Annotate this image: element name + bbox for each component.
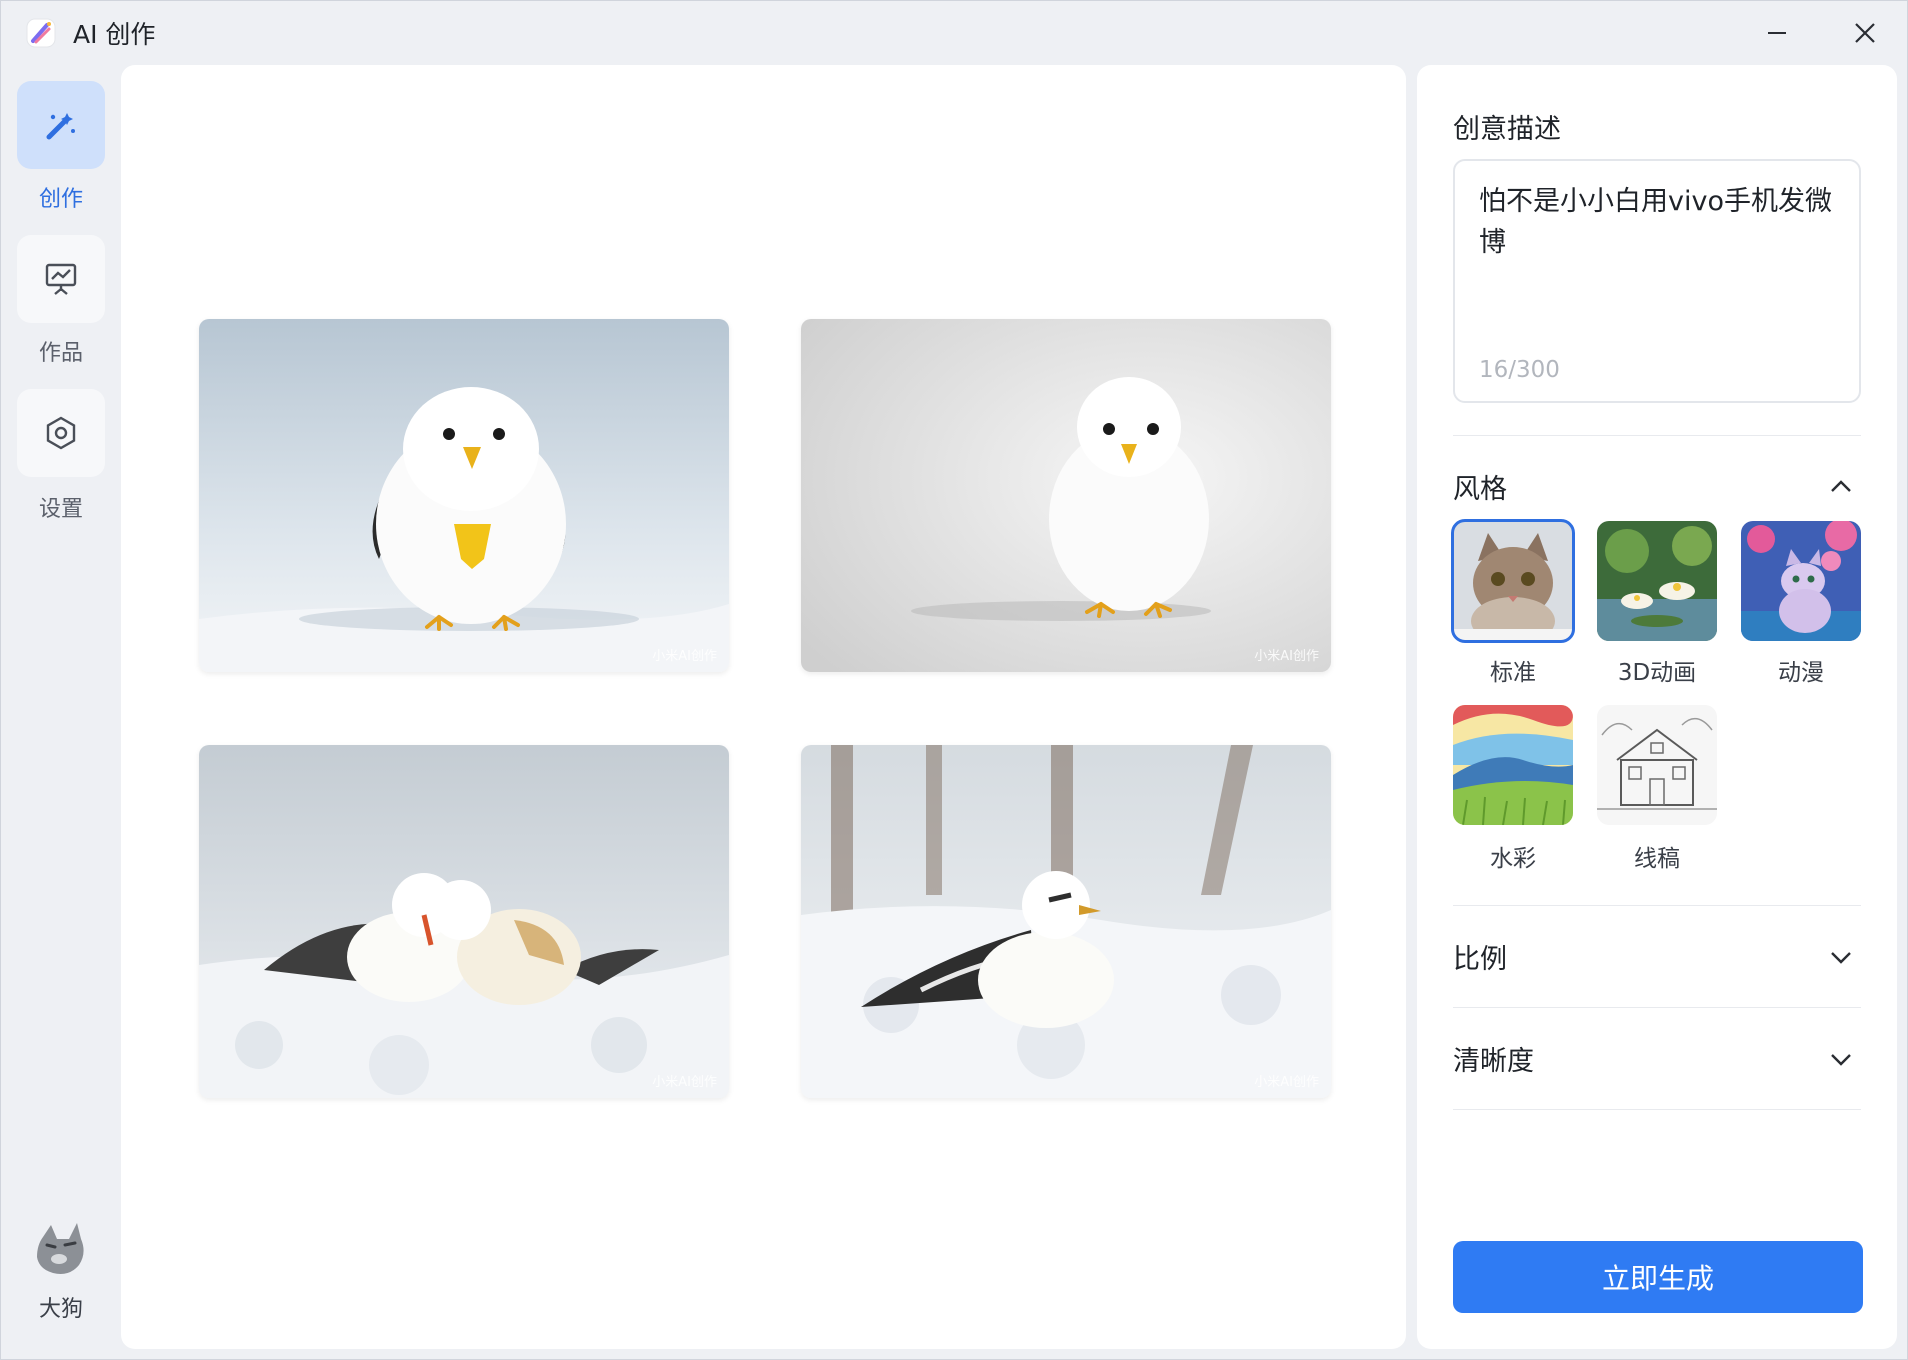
nav-item-works[interactable]: [17, 235, 105, 323]
result-image-4[interactable]: 小米AI创作: [801, 745, 1331, 1098]
style-option-lineart[interactable]: [1597, 705, 1717, 825]
result-image-3[interactable]: 小米AI创作: [199, 745, 729, 1098]
lotus-thumbnail: [1597, 521, 1717, 641]
style-option-watercolor[interactable]: [1453, 705, 1573, 825]
magic-wand-icon: [46, 113, 75, 140]
style-label-3d[interactable]: 3D动画: [1597, 653, 1717, 687]
nav-label-create[interactable]: 创作: [1, 181, 121, 213]
style-label-watercolor[interactable]: 水彩: [1453, 839, 1573, 873]
divider: [1453, 905, 1861, 906]
ratio-section-title[interactable]: 比例: [1453, 937, 1507, 976]
close-icon: [1855, 23, 1875, 43]
anime-cat-thumbnail: [1741, 521, 1861, 641]
nav-item-create[interactable]: [17, 81, 105, 169]
watermark-label: 小米AI创作: [1254, 649, 1319, 664]
nav-label-works[interactable]: 作品: [1, 335, 121, 367]
lineart-house-thumbnail: [1597, 705, 1717, 825]
style-option-anime[interactable]: [1741, 521, 1861, 641]
prompt-char-count: 16/300: [1479, 357, 1560, 383]
style-label-lineart[interactable]: 线稿: [1597, 839, 1717, 873]
watermark-label: 小米AI创作: [652, 1075, 717, 1090]
birds-image: [199, 745, 729, 1098]
app-window: AI 创作 创作 作品 设置 大狗 小米AI创作 小米AI创作 小米AI创作 小…: [0, 0, 1908, 1360]
generate-button[interactable]: 立即生成: [1453, 1241, 1863, 1313]
watercolor-thumbnail: [1453, 705, 1573, 825]
watermark-label: 小米AI创作: [652, 649, 717, 664]
style-label-standard[interactable]: 标准: [1453, 653, 1573, 687]
watermark-label: 小米AI创作: [1254, 1075, 1319, 1090]
style-section-title: 风格: [1453, 474, 1507, 505]
title-bar: AI 创作: [1, 1, 1907, 63]
settings-hexagon-icon: [46, 416, 76, 450]
close-button[interactable]: [1837, 13, 1893, 53]
divider: [1453, 1109, 1861, 1110]
user-name: 大狗: [38, 1297, 83, 1322]
nav-item-settings[interactable]: [17, 389, 105, 477]
window-title: AI 创作: [73, 20, 156, 49]
chevron-up-icon[interactable]: [1827, 473, 1855, 501]
presentation-icon: [45, 263, 77, 295]
chevron-down-icon[interactable]: [1827, 1045, 1855, 1073]
chick-image: [801, 319, 1331, 672]
result-image-1[interactable]: 小米AI创作: [199, 319, 729, 672]
prompt-input[interactable]: 怕不是小小白用vivo手机发微博 16/300: [1453, 159, 1861, 403]
kitten-thumbnail: [1453, 521, 1573, 641]
nav-label-settings[interactable]: 设置: [1, 491, 121, 523]
app-logo-icon: [26, 18, 56, 48]
minimize-button[interactable]: [1749, 13, 1805, 53]
clarity-section-title[interactable]: 清晰度: [1453, 1039, 1534, 1078]
divider: [1453, 1007, 1861, 1008]
style-option-standard[interactable]: [1451, 519, 1575, 643]
prompt-text[interactable]: 怕不是小小白用vivo手机发微博: [1479, 181, 1835, 263]
avatar[interactable]: [29, 1219, 93, 1283]
divider: [1453, 435, 1861, 436]
chick-image: [199, 319, 729, 672]
style-option-3d[interactable]: [1597, 521, 1717, 641]
control-panel: 创意描述 怕不是小小白用vivo手机发微博 16/300 风格 标准 3D动画 …: [1417, 65, 1897, 1349]
bird-image: [801, 745, 1331, 1098]
result-canvas: 小米AI创作 小米AI创作 小米AI创作 小米AI创作: [121, 65, 1406, 1349]
result-image-2[interactable]: 小米AI创作: [801, 319, 1331, 672]
style-label-anime[interactable]: 动漫: [1741, 653, 1861, 687]
chevron-down-icon[interactable]: [1827, 943, 1855, 971]
prompt-section-title: 创意描述: [1453, 114, 1561, 145]
minimize-icon: [1768, 32, 1786, 34]
